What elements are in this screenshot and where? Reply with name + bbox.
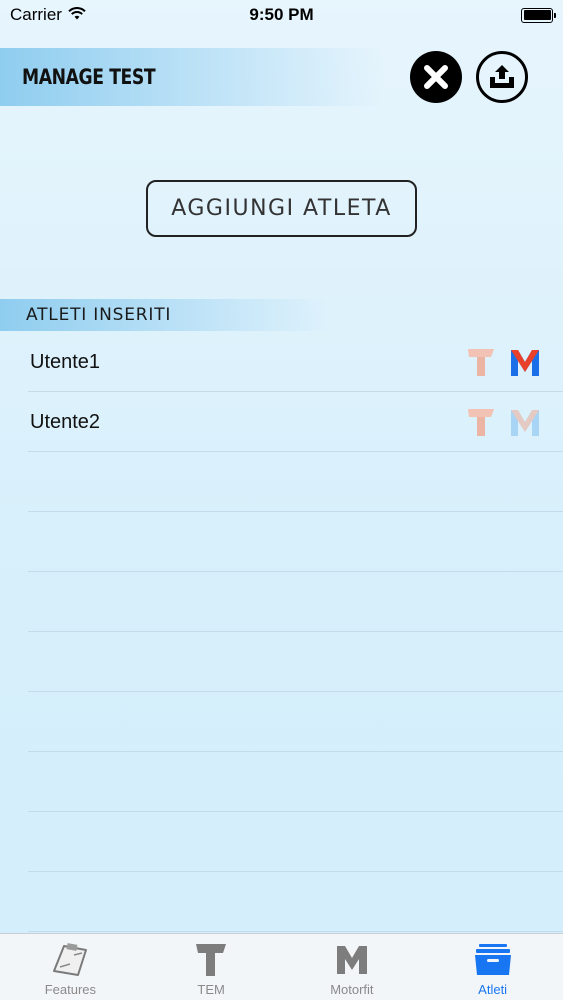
empty-row [0,512,563,572]
status-bar: Carrier 9:50 PM [0,0,563,30]
tab-label: TEM [197,982,225,997]
clipboard-icon [50,940,90,980]
tab-bar: Features TEM Motorfit Atleti [0,933,563,1000]
empty-row [0,452,563,512]
tem-test-icon[interactable] [465,346,497,378]
list-item[interactable]: Utente1 [0,332,563,392]
empty-row [0,572,563,632]
page-title: MANAGE TEST [22,65,156,89]
athlete-name: Utente1 [30,350,101,373]
wifi-icon [68,5,86,25]
m-letter-icon [335,940,369,980]
close-button[interactable] [410,51,462,103]
tab-label: Atleti [478,982,508,997]
upload-icon [490,65,514,88]
list-item[interactable]: Utente2 [0,392,563,452]
tem-test-icon[interactable] [465,406,497,438]
archive-box-icon [473,940,513,980]
tab-atleti[interactable]: Atleti [422,934,563,1000]
close-icon [424,65,448,89]
athlete-name: Utente2 [30,410,101,433]
carrier-label: Carrier [10,5,62,24]
battery-icon [521,7,556,23]
motorfit-test-icon[interactable] [509,406,541,438]
empty-row [0,872,563,932]
status-left: Carrier [10,5,86,25]
athlete-list: Utente1 Utente2 [0,332,563,932]
empty-row [0,632,563,692]
section-title: ATLETI INSERITI [0,299,330,331]
t-letter-icon [194,940,228,980]
tab-tem[interactable]: TEM [141,934,282,1000]
test-icons [465,346,541,378]
motorfit-test-icon[interactable] [509,346,541,378]
upload-button[interactable] [476,51,528,103]
empty-row [0,752,563,812]
add-athlete-button[interactable]: AGGIUNGI ATLETA [146,180,417,237]
tab-label: Motorfit [330,982,374,997]
test-icons [465,406,541,438]
empty-row [0,692,563,752]
tab-motorfit[interactable]: Motorfit [282,934,423,1000]
tab-label: Features [44,982,97,997]
header-bar: MANAGE TEST [0,48,385,106]
empty-row [0,812,563,872]
tab-features[interactable]: Features [0,934,141,1000]
